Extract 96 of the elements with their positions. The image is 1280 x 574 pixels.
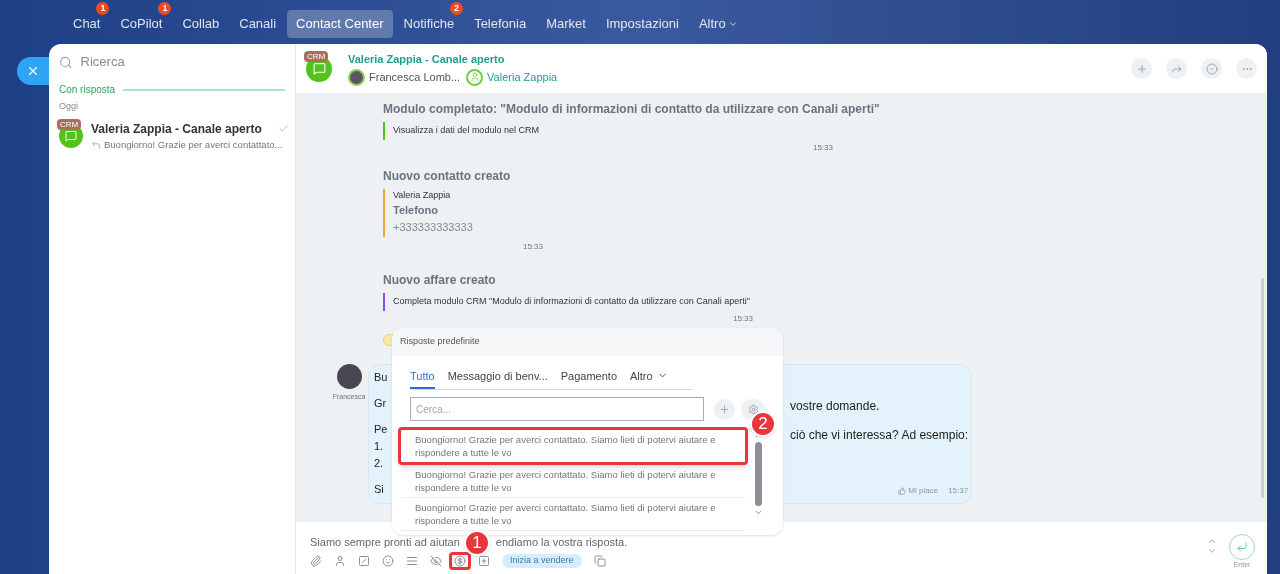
nav-tab[interactable]: Altro [689,10,747,38]
quick-reply-item[interactable]: Buongiorno! Grazie per averci contattato. Siamo lieti di potervi aiutare e rispondere a tutte le vo [401,465,745,498]
system-message-title: Nuovo affare creato [383,273,496,288]
dollar-button[interactable] [449,552,471,570]
add-button[interactable] [714,398,735,420]
message-text: ciò che vi interessa? Ad esempio: [790,428,969,441]
group-label: Con risposta [59,83,116,97]
crm-badge: CRM [304,50,329,62]
chat-title: Valeria Zappia - Canale aperto [348,52,506,68]
annotation-badge: 1 [158,2,172,16]
message-text: vostre domande. [790,399,880,412]
field-label: Telefono [393,203,439,218]
crm-badge: CRM [57,118,82,130]
settings-icon [747,403,759,415]
contact-name: Valeria Zappia [393,188,452,202]
search-field[interactable]: Cerca... [410,397,704,421]
eye-off-icon [430,555,442,567]
annotation-badge: 2 [450,2,464,16]
chat-preview: Buongiorno! Grazie per averci contattato... [104,137,283,152]
copy-icon [593,555,606,567]
system-message-title: Nuovo contatto creato [383,168,511,184]
message-text: Bu [374,370,388,383]
list-button[interactable] [406,554,418,568]
popup-tab[interactable]: Messaggio di benv... [447,367,548,389]
chat-list-item[interactable]: CRM Valeria Zappia - Canale aperto Buongiorno! Grazie per averci contattato... [49,113,295,158]
thumbs-up-icon [898,486,907,495]
check-icon [278,123,289,134]
message-text: 1. [374,439,384,452]
avatar [348,68,365,86]
search-icon [59,54,73,70]
smile-button[interactable] [382,554,394,568]
participant-name[interactable]: Francesca Lomb... [369,69,461,86]
scroll-down-icon [1207,546,1217,556]
popup-tab[interactable]: Tutto [410,367,435,389]
chat-title: Valeria Zappia - Canale aperto [91,120,263,138]
nav-tab[interactable]: Collab [173,10,229,38]
popup-tab[interactable]: Pagamento [560,367,617,389]
message-text: Gr [374,396,387,409]
more-button[interactable] [1236,58,1257,79]
scrollbar [755,442,762,506]
message-text: Si [374,482,384,495]
nav-tab[interactable]: Market [537,10,595,38]
nav-tab[interactable]: Telefonia [465,10,536,38]
user-button[interactable] [334,554,346,568]
search-field[interactable]: Ricerca [80,52,285,72]
paperclip-icon [310,555,322,567]
finish-button[interactable] [1201,58,1222,79]
chat-bubble-icon [65,129,77,142]
message-text: Pe [374,422,388,435]
annotation-badge: 1 [96,2,110,16]
dollar-icon [454,555,466,567]
nav-tab[interactable]: Canali [230,10,286,38]
plus-square-icon [478,555,490,567]
participant-name[interactable]: Valeria Zappia [487,69,558,86]
plus-icon [719,403,730,415]
hide-button[interactable] [430,554,442,568]
reply-icon [91,139,101,150]
slash-square-icon [358,555,370,567]
check-circle-icon [1205,62,1218,75]
add-button[interactable] [478,554,490,568]
sell-button[interactable]: Inizia a vendere [502,554,582,568]
quick-reply-item[interactable]: Buongiorno! Grazie per averci contattato. Siamo lieti di potervi aiutare e rispondere a tutte le vo [398,427,748,465]
scroll-up-icon [1207,536,1217,546]
field-value: +333333333333 [393,219,473,235]
message-time: 15:33 [812,141,833,154]
close-icon [26,64,40,78]
date-label: Oggi [58,100,79,113]
chat-bubble-icon [312,62,326,75]
plus-icon [1135,62,1148,75]
avatar [336,363,362,389]
quick-reply-item[interactable]: Buongiorno! Grazie per averci contattato. Siamo lieti di potervi aiutare e rispondere a tutte le vo [401,498,745,531]
message-text: Completa modulo CRM "Modulo di informazioni di contatto da utilizzare con Canali aperti" [393,295,751,308]
lines-icon [406,555,418,567]
scroll-down-icon [754,508,763,517]
smiley-icon [382,555,394,567]
enter-arrow-icon [1236,541,1248,553]
paperclip-button[interactable] [310,554,322,568]
message-time: 15:33 [732,312,753,325]
copy-button[interactable] [593,554,606,568]
add-button[interactable] [1131,58,1152,79]
message-time: 15:33 [522,241,543,253]
nav-tab[interactable]: Contact Center [287,10,393,38]
close-button[interactable] [17,57,49,85]
system-message-title: Modulo completato: "Modulo di informazioni di contatto da utilizzare con Canali aperti" [383,102,880,117]
placeholder-text: Siamo sempre pronti ad aiutan [310,534,460,550]
person-icon [334,555,346,567]
client-avatar [466,68,484,86]
message-text: Visualizza i dati del modulo nel CRM [393,124,539,137]
annotation-badge: 2 [750,411,776,437]
message-time: 15:37 [948,484,969,497]
nav-tab[interactable]: Impostazioni [596,10,688,38]
message-text: 2. [374,456,384,469]
slash-button[interactable] [358,554,370,568]
placeholder-text: endiamo la vostra risposta. [495,534,628,550]
forward-button[interactable] [1166,58,1187,79]
popup-tab[interactable]: Altro [630,367,668,389]
